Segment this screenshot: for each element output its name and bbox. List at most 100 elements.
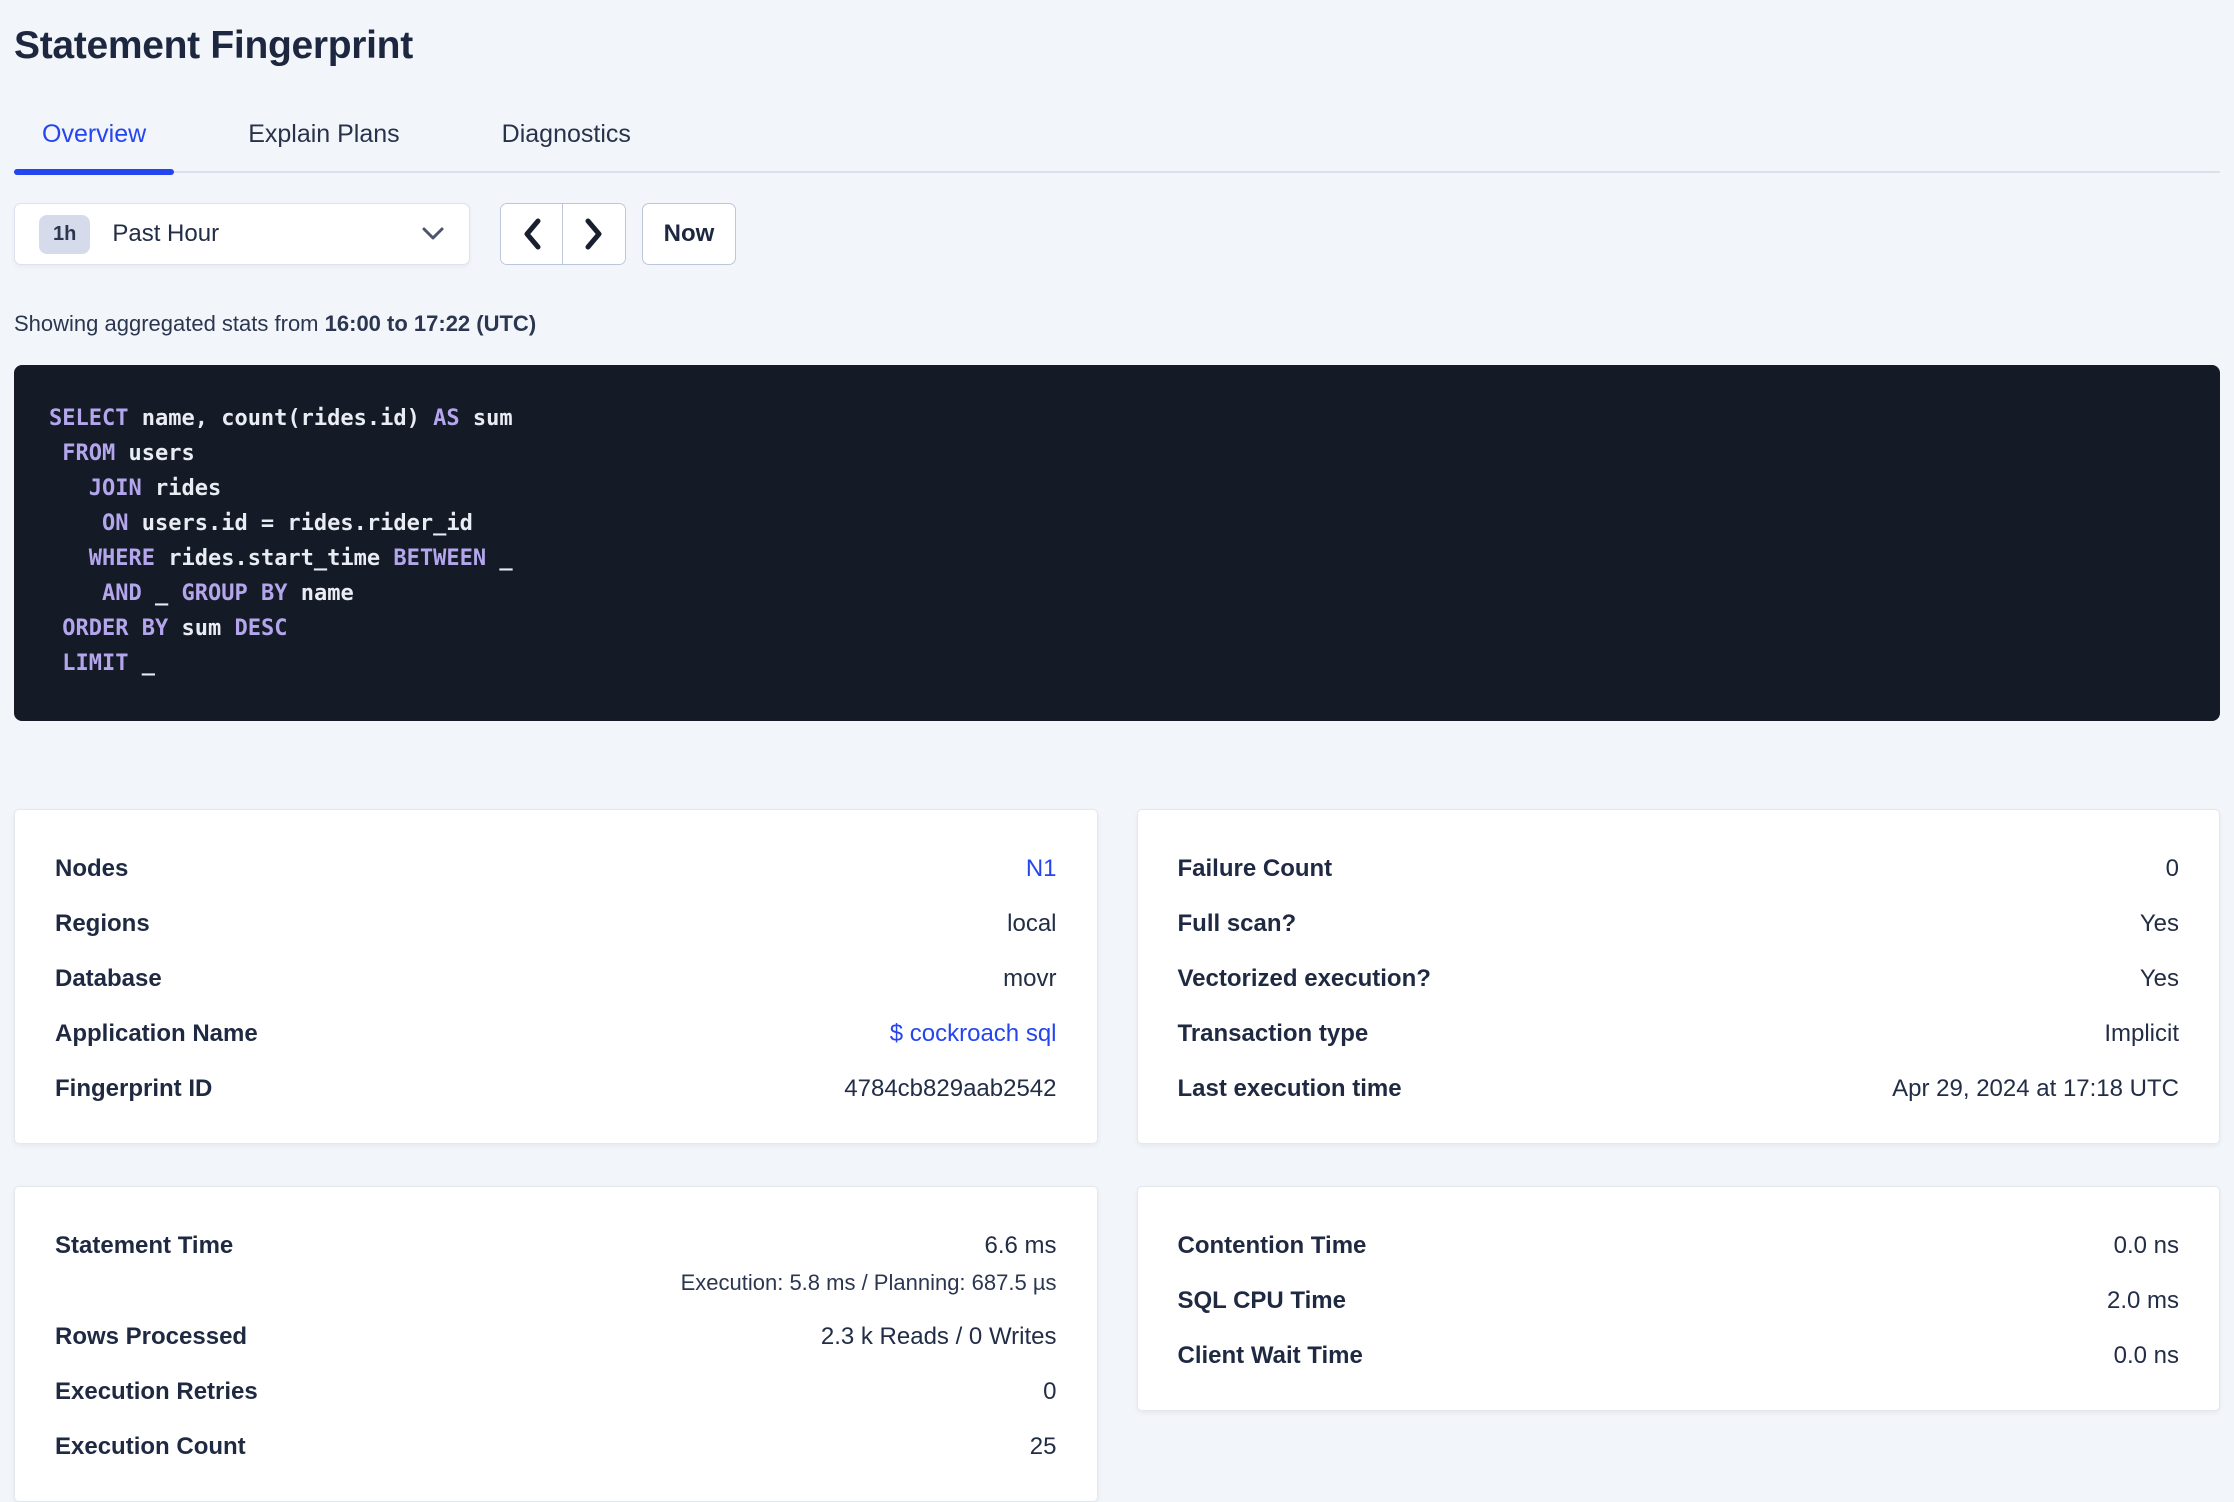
stat-label: Regions — [55, 910, 150, 937]
stat-value: Apr 29, 2024 at 17:18 UTC — [1892, 1075, 2179, 1102]
stat-value-wrap: 2.0 ms — [2107, 1287, 2179, 1315]
stat-value-wrap: Yes — [2140, 910, 2179, 938]
stat-value: local — [1007, 910, 1057, 937]
stat-row-database: Database movr — [55, 952, 1057, 1007]
sql-code-line: WHERE rides.start_time BETWEEN _ — [88, 546, 513, 571]
summary-card-left: Nodes N1 Regions local Database movr Applicati… — [14, 809, 1098, 1144]
aggregated-stats-note: Showing aggregated stats from 16:00 to 1… — [14, 311, 2220, 337]
stat-label: Contention Time — [1177, 1232, 1367, 1259]
stat-value-wrap: $ cockroach sql — [890, 1020, 1057, 1048]
stat-label: Vectorized execution? — [1177, 965, 1431, 992]
stat-value: 0.0 ns — [2113, 1232, 2179, 1259]
chevron-down-icon — [422, 227, 444, 240]
stat-row-statement-time: Statement Time 6.6 ms Execution: 5.8 ms / … — [55, 1219, 1057, 1310]
now-button[interactable]: Now — [642, 203, 736, 265]
sql-code-line: FROM users — [62, 441, 195, 466]
stat-row-regions: Regions local — [55, 897, 1057, 952]
performance-card-left: Statement Time 6.6 ms Execution: 5.8 ms / … — [14, 1186, 1098, 1502]
page-title: Statement Fingerprint — [14, 24, 413, 67]
stat-label: Execution Retries — [55, 1378, 258, 1405]
stat-row-execution-retries: Execution Retries 0 — [55, 1365, 1057, 1420]
stat-value: 0 — [1043, 1378, 1057, 1405]
stat-value-wrap: 25 — [1030, 1433, 1057, 1461]
stat-row-rows-processed: Rows Processed 2.3 k Reads / 0 Writes — [55, 1310, 1057, 1365]
stat-label: Rows Processed — [55, 1323, 248, 1350]
stat-label: SQL CPU Time — [1177, 1287, 1347, 1314]
tab-bar: Overview Explain Plans Diagnostics — [14, 104, 2220, 175]
stat-value: 6.6 ms — [984, 1232, 1057, 1259]
statement-fingerprint-page: Statement Fingerprint Overview Explain Pl… — [0, 0, 2234, 1502]
stat-label: Fingerprint ID — [55, 1075, 213, 1102]
stat-value-wrap: 4784cb829aab2542 — [844, 1075, 1056, 1103]
stat-value-wrap: movr — [1003, 965, 1056, 993]
previous-time-button[interactable] — [501, 204, 563, 264]
stat-label: Full scan? — [1177, 910, 1297, 937]
stat-value-wrap: 0 — [2166, 855, 2179, 883]
sql-code-line: ORDER BY sum DESC — [62, 616, 288, 641]
tab-explain-plans[interactable]: Explain Plans — [220, 104, 427, 171]
stat-value: movr — [1003, 965, 1057, 992]
chevron-left-icon — [524, 218, 540, 250]
stat-value-wrap: Implicit — [2104, 1020, 2179, 1048]
time-step-group — [500, 203, 626, 265]
tab-overview[interactable]: Overview — [14, 104, 175, 175]
stat-value: 4784cb829aab2542 — [844, 1075, 1057, 1102]
stat-value-link[interactable]: N1 — [1026, 855, 1057, 882]
aggregated-stats-range: 16:00 to 17:22 (UTC) — [324, 311, 537, 336]
stat-value-wrap: N1 — [1026, 855, 1057, 883]
stat-label: Application Name — [55, 1020, 258, 1047]
stat-row-client-wait-time: Client Wait Time 0.0 ns — [1178, 1329, 2180, 1384]
stat-value-wrap: local — [1007, 910, 1056, 938]
time-range-badge: 1h — [39, 214, 91, 254]
stat-value-wrap: Apr 29, 2024 at 17:18 UTC — [1892, 1075, 2179, 1103]
stat-label: Database — [55, 965, 162, 992]
stat-row-contention-time: Contention Time 0.0 ns — [1178, 1219, 2180, 1274]
stat-cards-grid: Nodes N1 Regions local Database movr Applicati… — [14, 809, 2220, 1502]
time-range-label: Past Hour — [112, 220, 220, 247]
stat-row-full-scan: Full scan? Yes — [1178, 897, 2180, 952]
stat-row-vectorized-execution: Vectorized execution? Yes — [1178, 952, 2180, 1007]
sql-code-line: JOIN rides — [88, 476, 222, 501]
stat-value: Yes — [2139, 965, 2179, 992]
stat-label: Client Wait Time — [1177, 1342, 1363, 1369]
stat-row-fingerprint-id: Fingerprint ID 4784cb829aab2542 — [55, 1062, 1057, 1117]
stat-label: Nodes — [55, 855, 129, 882]
tab-diagnostics[interactable]: Diagnostics — [474, 104, 659, 171]
stat-label: Transaction type — [1177, 1020, 1369, 1047]
sql-code-line: LIMIT _ — [62, 651, 155, 676]
time-range-select[interactable]: 1h Past Hour — [14, 203, 470, 265]
stat-row-application-name: Application Name $ cockroach sql — [55, 1007, 1057, 1062]
stat-value-wrap: 0 — [1043, 1378, 1056, 1406]
stat-value-link[interactable]: $ cockroach sql — [890, 1020, 1057, 1047]
stat-label: Failure Count — [1177, 855, 1333, 882]
next-time-button[interactable] — [563, 204, 625, 264]
sql-code-line: SELECT name, count(rides.id) AS sum — [49, 406, 513, 431]
stat-value-wrap: 6.6 ms Execution: 5.8 ms / Planning: 687.… — [681, 1232, 1057, 1296]
performance-card-right: Contention Time 0.0 ns SQL CPU Time 2.0 ms C… — [1136, 1186, 2220, 1411]
stat-value-wrap: Yes — [2140, 965, 2179, 993]
stat-value-wrap: 0.0 ns — [2114, 1342, 2179, 1370]
sql-statement-box: SELECT name, count(rides.id) AS sum FROM… — [14, 365, 2220, 721]
chevron-right-icon — [585, 218, 602, 250]
stat-value: 2.0 ms — [2106, 1287, 2179, 1314]
stat-row-execution-count: Execution Count 25 — [55, 1420, 1057, 1475]
sql-code-line: AND _ GROUP BY name — [101, 581, 354, 606]
stat-label: Execution Count — [55, 1433, 246, 1460]
stat-value: 25 — [1029, 1433, 1057, 1460]
stat-row-last-execution-time: Last execution time Apr 29, 2024 at 17:18… — [1178, 1062, 2180, 1117]
time-toolbar: 1h Past Hour Now — [14, 203, 2220, 265]
sql-code-line: ON users.id = rides.rider_id — [101, 511, 473, 536]
stat-label: Last execution time — [1177, 1075, 1402, 1102]
stat-row-transaction-type: Transaction type Implicit — [1178, 1007, 2180, 1062]
stat-value-wrap: 2.3 k Reads / 0 Writes — [821, 1323, 1057, 1351]
stat-subvalue: Execution: 5.8 ms / Planning: 687.5 µs — [680, 1270, 1057, 1295]
stat-label: Statement Time — [55, 1232, 234, 1259]
stat-value: 0 — [2165, 855, 2179, 882]
stat-row-sql-cpu-time: SQL CPU Time 2.0 ms — [1178, 1274, 2180, 1329]
stat-value-wrap: 0.0 ns — [2114, 1232, 2179, 1260]
stat-value: Implicit — [2104, 1020, 2179, 1047]
stat-row-nodes: Nodes N1 — [55, 842, 1057, 897]
stat-value: 0.0 ns — [2113, 1342, 2179, 1369]
stat-value: Yes — [2139, 910, 2179, 937]
summary-card-right: Failure Count 0 Full scan? Yes Vectorized ex… — [1136, 809, 2220, 1144]
